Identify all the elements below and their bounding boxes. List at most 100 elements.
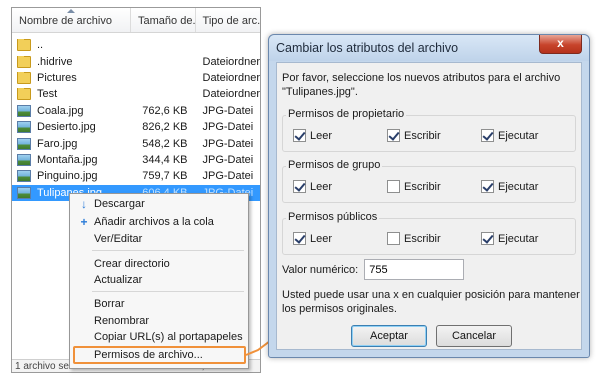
group-label: Permisos de grupo: [286, 159, 383, 171]
group-read-checkbox[interactable]: Leer: [293, 180, 332, 193]
file-row[interactable]: Coala.jpg 762,6 KB JPG-Datei: [12, 103, 260, 119]
file-row[interactable]: .hidrive Dateiordner: [12, 53, 260, 69]
file-row[interactable]: Montaña.jpg 344,4 KB JPG-Datei: [12, 152, 260, 168]
dialog-body: Por favor, seleccione los nuevos atribut…: [276, 62, 582, 350]
file-row[interactable]: Faro.jpg 548,2 KB JPG-Datei: [12, 135, 260, 151]
file-row[interactable]: Desierto.jpg 826,2 KB JPG-Datei: [12, 119, 260, 135]
file-size: 759,7 KB: [142, 170, 188, 183]
numeric-value-input[interactable]: [364, 259, 465, 280]
column-header-type[interactable]: Tipo de arc...: [196, 8, 260, 32]
cancel-button[interactable]: Cancelar: [436, 325, 512, 347]
menu-item-label: Borrar: [94, 298, 125, 310]
checkbox-checked-icon: [293, 232, 306, 245]
group-label: Permisos públicos: [286, 211, 380, 223]
checkbox-checked-icon: [481, 232, 494, 245]
file-size: 762,6 KB: [142, 104, 188, 117]
group-write-checkbox[interactable]: Escribir: [387, 180, 441, 193]
menu-item-label: Actualizar: [94, 274, 143, 286]
menu-item-label: Crear directorio: [94, 258, 170, 270]
numeric-value-label: Valor numérico:: [282, 263, 359, 276]
menu-item-label: Añadir archivos a la cola: [94, 216, 214, 228]
context-menu: ↓ Descargar + Añadir archivos a la cola …: [69, 193, 249, 369]
file-name: Faro.jpg: [37, 137, 78, 150]
image-file-icon: [17, 104, 31, 117]
owner-permissions-group: Permisos de propietario Leer Escribir Ej…: [282, 108, 576, 152]
checkbox-label: Ejecutar: [498, 180, 539, 193]
file-size: 344,4 KB: [142, 153, 188, 166]
column-header-name[interactable]: Nombre de archivo: [12, 8, 132, 32]
dialog-note-text: Usted puede usar una x en cualquier posi…: [282, 289, 580, 315]
dialog-title-bar[interactable]: Cambiar los atributos del archivo x: [269, 35, 589, 61]
file-name: Montaña.jpg: [37, 153, 98, 166]
column-header-size[interactable]: Tamaño de...: [131, 8, 196, 32]
checkbox-label: Leer: [310, 180, 333, 193]
file-row[interactable]: ..: [12, 37, 260, 53]
group-execute-checkbox[interactable]: Ejecutar: [481, 180, 538, 193]
file-type: JPG-Datei: [202, 153, 254, 166]
file-rows: .. .hidrive Dateiordner Pictures Dateior…: [12, 33, 260, 201]
checkbox-label: Ejecutar: [498, 232, 539, 245]
folder-icon: [17, 71, 31, 84]
public-permissions-group: Permisos públicos Leer Escribir Ejecutar: [282, 211, 576, 255]
checkbox-label: Escribir: [404, 180, 441, 193]
owner-read-checkbox[interactable]: Leer: [293, 129, 332, 142]
menu-item-label: Ver/Editar: [94, 233, 143, 245]
folder-icon: [17, 55, 31, 68]
file-row[interactable]: Pinguino.jpg 759,7 KB JPG-Datei: [12, 168, 260, 184]
menu-item-label: Descargar: [94, 198, 145, 210]
file-row[interactable]: Pictures Dateiordner: [12, 70, 260, 86]
numeric-value-row: Valor numérico:: [282, 259, 465, 280]
file-attributes-dialog: Cambiar los atributos del archivo x Por …: [268, 34, 590, 358]
file-list-header: Nombre de archivo Tamaño de... Tipo de a…: [12, 8, 260, 33]
checkbox-unchecked-icon: [387, 180, 400, 193]
download-arrow-icon: ↓: [81, 197, 87, 211]
public-execute-checkbox[interactable]: Ejecutar: [481, 232, 538, 245]
menu-item-create-directory[interactable]: Crear directorio: [70, 256, 248, 272]
column-header-size-label: Tamaño de...: [138, 15, 196, 27]
menu-separator: [92, 291, 244, 292]
checkbox-label: Leer: [310, 129, 333, 142]
file-type: JPG-Datei: [202, 137, 254, 150]
file-type: Dateiordner: [202, 71, 260, 84]
file-type: JPG-Datei: [202, 121, 254, 134]
menu-item-refresh[interactable]: Actualizar: [70, 272, 248, 288]
file-type: Dateiordner: [202, 88, 260, 101]
checkbox-label: Leer: [310, 232, 333, 245]
checkbox-checked-icon: [293, 180, 306, 193]
image-file-icon: [17, 137, 31, 150]
menu-item-copy-urls[interactable]: Copiar URL(s) al portapapeles: [70, 329, 248, 345]
file-name: Test: [37, 88, 58, 101]
file-row[interactable]: Test Dateiordner: [12, 86, 260, 102]
folder-icon: [17, 39, 31, 52]
sort-up-icon: [67, 9, 75, 13]
menu-item-download[interactable]: ↓ Descargar: [70, 196, 248, 212]
menu-item-label: Renombrar: [94, 315, 150, 327]
column-header-type-label: Tipo de arc...: [202, 15, 260, 27]
file-name: Coala.jpg: [37, 104, 84, 117]
close-button[interactable]: x: [539, 35, 582, 54]
owner-write-checkbox[interactable]: Escribir: [387, 129, 441, 142]
column-header-name-label: Nombre de archivo: [19, 15, 112, 27]
file-size: 548,2 KB: [142, 137, 188, 150]
file-type: JPG-Datei: [202, 170, 254, 183]
owner-execute-checkbox[interactable]: Ejecutar: [481, 129, 538, 142]
public-write-checkbox[interactable]: Escribir: [387, 232, 441, 245]
menu-item-label: Copiar URL(s) al portapapeles: [94, 331, 243, 343]
checkbox-label: Escribir: [404, 129, 441, 142]
accept-button[interactable]: Aceptar: [351, 325, 427, 347]
menu-separator: [92, 250, 244, 251]
menu-item-add-to-queue[interactable]: + Añadir archivos a la cola: [70, 214, 248, 230]
menu-item-rename[interactable]: Renombrar: [70, 313, 248, 329]
dialog-title: Cambiar los atributos del archivo: [276, 41, 459, 55]
menu-item-delete[interactable]: Borrar: [70, 296, 248, 312]
file-type: JPG-Datei: [202, 104, 254, 117]
folder-icon: [17, 88, 31, 101]
menu-item-view-edit[interactable]: Ver/Editar: [70, 231, 248, 247]
close-icon: x: [557, 36, 564, 50]
image-file-icon: [17, 121, 31, 134]
dialog-intro-text: Por favor, seleccione los nuevos atribut…: [282, 72, 561, 98]
checkbox-label: Ejecutar: [498, 129, 539, 142]
public-read-checkbox[interactable]: Leer: [293, 232, 332, 245]
image-file-icon: [17, 186, 31, 199]
image-file-icon: [17, 153, 31, 166]
